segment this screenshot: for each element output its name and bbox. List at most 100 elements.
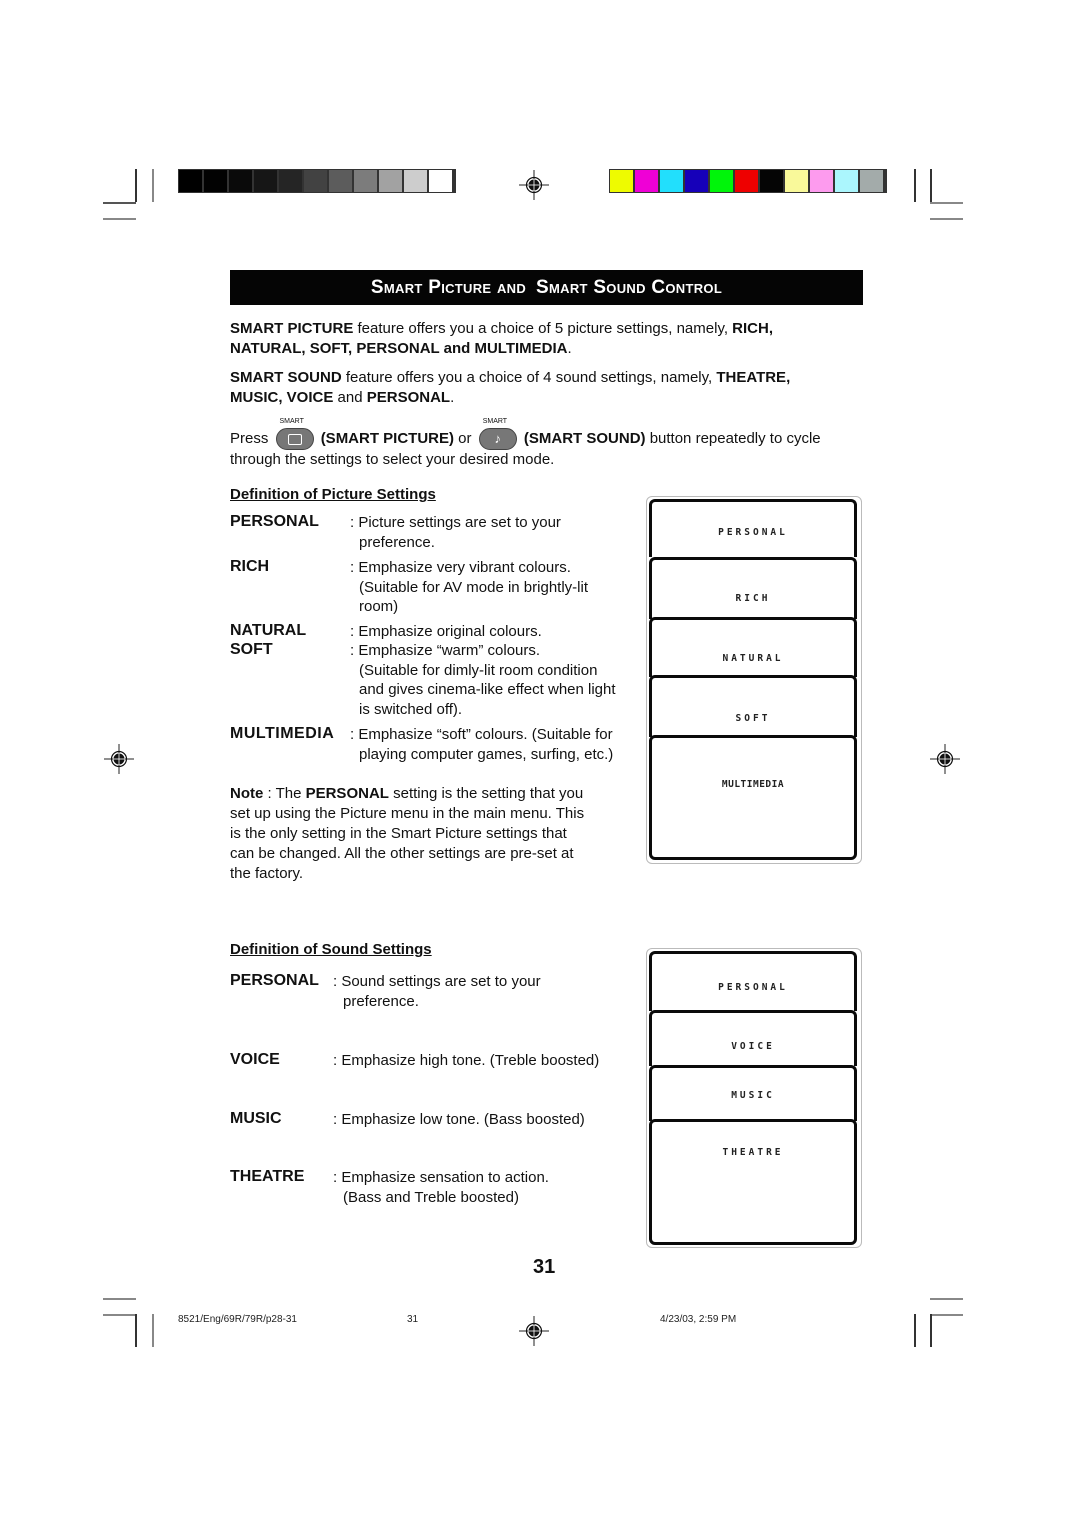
color-swatch [760, 170, 783, 192]
crop-mark [135, 1314, 137, 1347]
osd-card-soft: SOFT [649, 675, 857, 737]
term: PERSONAL [305, 785, 389, 802]
button-caption: SMART [279, 418, 304, 425]
smart-picture-button: SMART [275, 418, 314, 450]
color-swatch [635, 170, 658, 192]
intro-smart-sound: SMART SOUND feature offers you a choice … [230, 368, 870, 408]
crop-mark [103, 202, 136, 204]
sound-section-heading: Definition of Sound Settings [230, 941, 432, 958]
desc-line: : Emphasize “warm” colours. [350, 642, 541, 659]
osd-card-voice: VOICE [649, 1010, 857, 1066]
picture-section-heading: Definition of Picture Settings [230, 486, 436, 503]
crop-mark [930, 1314, 932, 1347]
page-title: Smart Picture and Smart Sound Control [230, 270, 863, 305]
title-part-2: Smart Sound Control [536, 276, 723, 298]
text: : The [263, 785, 306, 802]
osd-label: MULTIMEDIA [721, 779, 785, 790]
sound-desc-music: : Emphasize low tone. (Bass boosted) [333, 1110, 585, 1130]
text: is the only setting in the Smart Picture… [230, 825, 567, 842]
color-swatch [660, 170, 683, 192]
text: set up using the Picture menu in the mai… [230, 805, 585, 822]
footer-page: 31 [407, 1314, 419, 1325]
registration-mark-icon [519, 170, 549, 200]
crop-mark [152, 169, 154, 202]
picture-term-multimedia: MULTIMEDIA [230, 725, 335, 742]
color-swatch [354, 170, 377, 192]
term: (SMART SOUND) [523, 429, 646, 447]
picture-desc-rich: : Emphasize very vibrant colours. (Suita… [350, 558, 588, 617]
text: through the settings to select your desi… [230, 451, 555, 468]
term: THEATRE, [716, 369, 791, 386]
registration-mark-icon [930, 744, 960, 774]
osd-label: PERSONAL [718, 982, 788, 993]
text: and [333, 389, 367, 406]
picture-note: Note : The PERSONAL setting is the setti… [230, 784, 630, 884]
osd-card-theatre: THEATRE [649, 1119, 857, 1245]
color-swatch [429, 170, 452, 192]
text: . [450, 389, 455, 406]
color-swatch [304, 170, 327, 192]
osd-card-personal: PERSONAL [649, 951, 857, 1011]
picture-term-natural: NATURAL [230, 622, 307, 639]
desc-line: is switched off). [359, 700, 463, 718]
osd-label: NATURAL [722, 653, 784, 664]
color-swatch [229, 170, 252, 192]
picture-desc-soft: : Emphasize “warm” colours. (Suitable fo… [350, 641, 616, 719]
note-label: Note [230, 785, 264, 802]
desc-line: : Emphasize “soft” colours. (Suitable fo… [350, 726, 613, 743]
term: SMART PICTURE [230, 320, 354, 337]
crop-mark [914, 169, 916, 202]
desc-line: room) [359, 598, 399, 615]
color-swatch [785, 170, 808, 192]
crop-mark [930, 202, 963, 204]
music-note-icon: ♪ [494, 431, 501, 446]
picture-term-rich: RICH [230, 558, 270, 575]
text: or [454, 429, 476, 447]
osd-card-personal: PERSONAL [649, 499, 857, 557]
button-caption: SMART [482, 418, 508, 425]
osd-card-multimedia: MULTIMEDIA [649, 735, 857, 860]
osd-label: SOFT [735, 713, 771, 724]
crop-mark [152, 1314, 154, 1347]
term: NATURAL, SOFT, PERSONAL and MULTIMEDIA [230, 340, 568, 357]
registration-mark-icon [104, 744, 134, 774]
intro-smart-picture: SMART PICTURE feature offers you a choic… [230, 319, 870, 359]
page-number: 31 [533, 1256, 556, 1278]
picture-desc-multimedia: : Emphasize “soft” colours. (Suitable fo… [350, 725, 613, 764]
registration-mark-icon [519, 1316, 549, 1346]
desc-line: (Suitable for dimly-lit room condition [359, 661, 598, 679]
color-swatch [685, 170, 708, 192]
sound-term-music: MUSIC [230, 1110, 282, 1127]
desc-line: : Sound settings are set to your [333, 973, 541, 990]
screen-icon [287, 433, 302, 445]
color-swatch [810, 170, 833, 192]
grayscale-calibration-bar [178, 169, 456, 193]
color-swatch [835, 170, 858, 192]
desc-line: : Emphasize high tone. (Treble boosted) [333, 1052, 600, 1069]
color-swatch [404, 170, 427, 192]
desc-line: and gives cinema-like effect when light [359, 681, 616, 698]
text: Press [230, 429, 269, 447]
color-swatch [710, 170, 733, 192]
picture-desc-personal: : Picture settings are set to your prefe… [350, 513, 561, 552]
footer-timestamp: 4/23/03, 2:59 PM [660, 1314, 737, 1325]
term: MUSIC, VOICE [230, 389, 334, 406]
intro-press-instructions: Press SMART (SMART PICTURE) or SMART ♪ (… [230, 418, 870, 470]
sound-term-theatre: THEATRE [230, 1168, 305, 1185]
desc-line: : Emphasize sensation to action. [333, 1169, 549, 1186]
osd-label: RICH [735, 593, 771, 604]
text: can be changed. All the other settings a… [230, 845, 574, 862]
desc-line: playing computer games, surfing, etc.) [359, 745, 614, 763]
osd-card-natural: NATURAL [649, 617, 857, 677]
term: (SMART PICTURE) [320, 429, 455, 447]
footer-file-slug: 8521/Eng/69R/79R/p28-31 [178, 1314, 297, 1325]
smart-sound-button: SMART ♪ [478, 418, 517, 450]
color-swatch [860, 170, 883, 192]
term: PERSONAL [366, 389, 451, 406]
crop-mark [930, 1314, 963, 1316]
desc-line: : Emphasize low tone. (Bass boosted) [333, 1111, 585, 1128]
crop-mark [930, 218, 963, 220]
color-swatch [610, 170, 633, 192]
picture-term-personal: PERSONAL [230, 513, 319, 530]
picture-desc-natural: : Emphasize original colours. [350, 622, 542, 642]
